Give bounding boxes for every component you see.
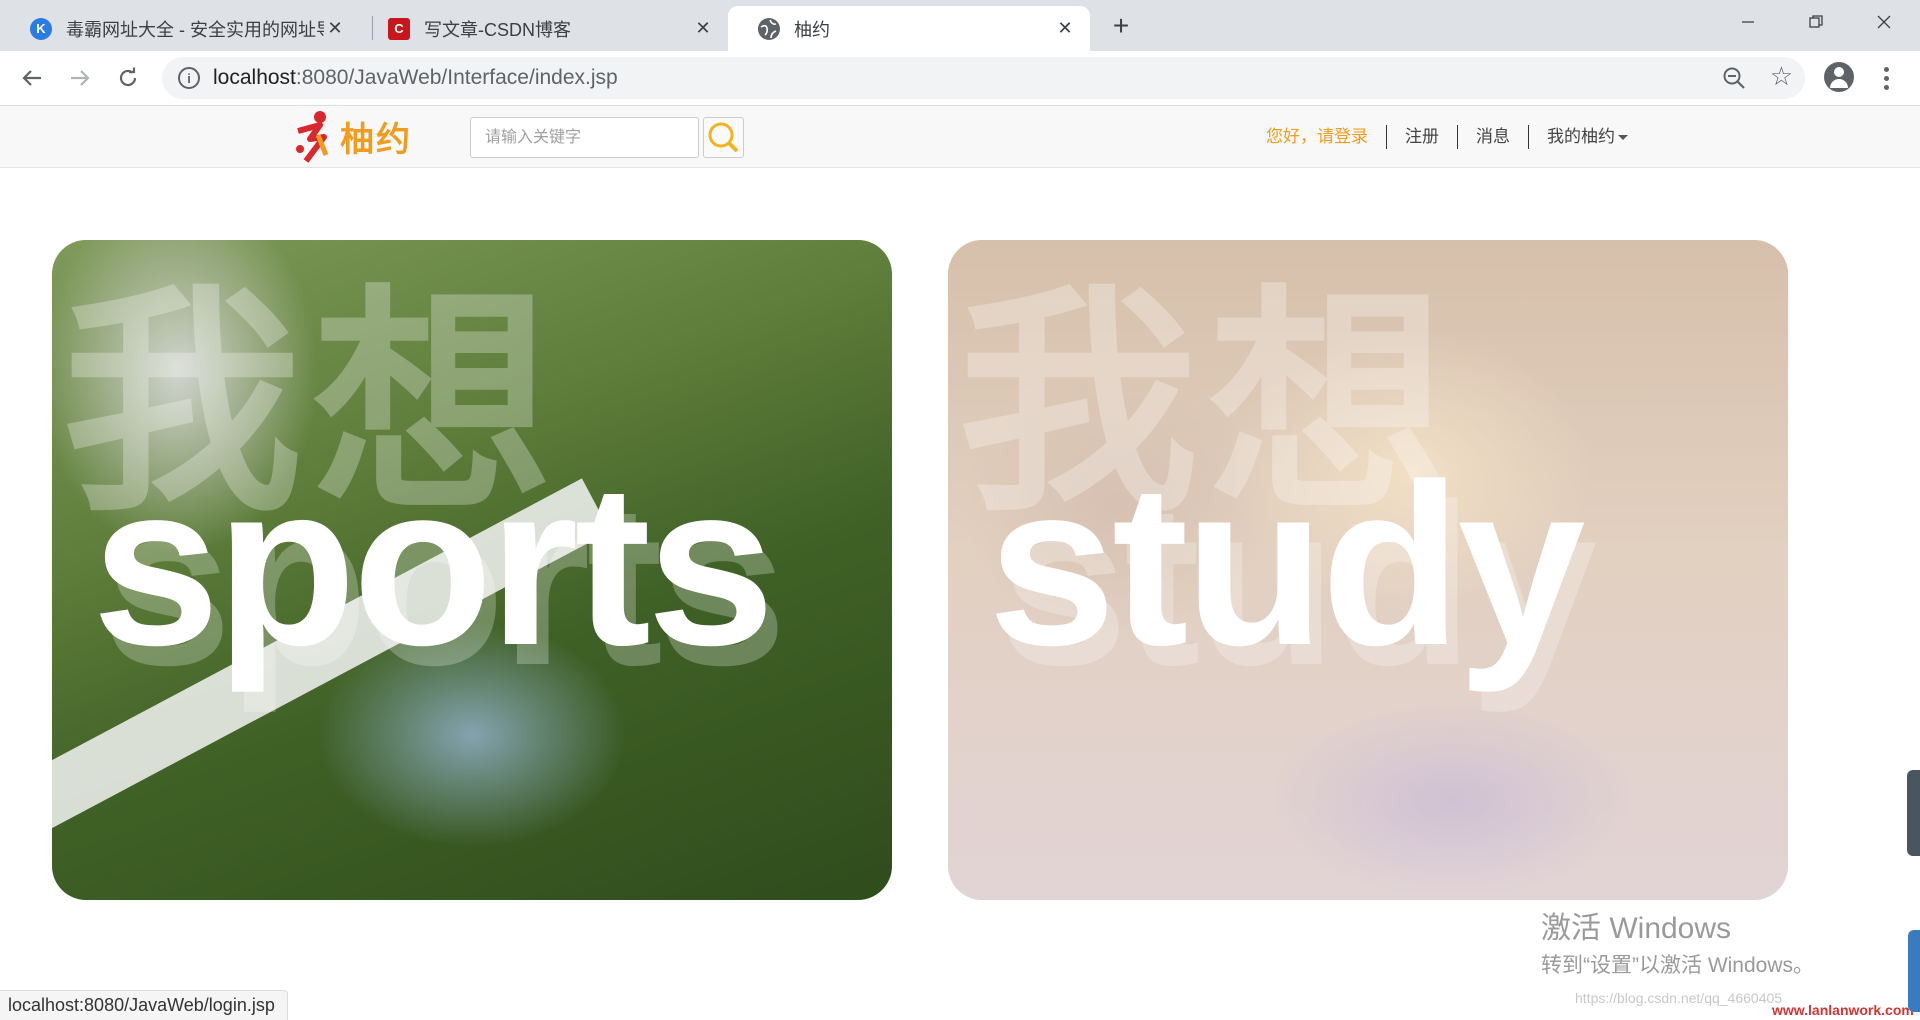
- register-link[interactable]: 注册: [1386, 125, 1457, 149]
- search-button[interactable]: [703, 117, 744, 158]
- reload-button[interactable]: [112, 62, 144, 94]
- close-icon[interactable]: ✕: [692, 18, 714, 40]
- arrow-left-icon: [22, 70, 41, 86]
- card-label: study: [988, 436, 1585, 693]
- sports-card[interactable]: 我想 sports sports: [52, 240, 892, 900]
- back-button[interactable]: [16, 62, 48, 94]
- tab-csdn[interactable]: C 写文章-CSDN博客 ✕: [358, 6, 728, 51]
- profile-avatar-icon[interactable]: [1824, 62, 1854, 92]
- site-header: 柚约 您好，请登录 注册 消息 我的柚约: [0, 106, 1920, 168]
- activation-subtitle: 转到“设置”以激活 Windows。: [1541, 954, 1815, 977]
- logo-mark-icon: [296, 111, 329, 163]
- info-icon[interactable]: i: [178, 67, 200, 89]
- minimize-button[interactable]: [1718, 6, 1778, 38]
- globe-icon: [758, 17, 780, 40]
- study-card[interactable]: 我想 study study: [948, 240, 1788, 900]
- my-youyue-dropdown[interactable]: 我的柚约: [1528, 125, 1646, 149]
- bookmark-star-icon[interactable]: ☆: [1770, 61, 1793, 92]
- reload-icon: [119, 67, 137, 87]
- csdn-watermark: https://blog.csdn.net/qq_4660405: [1575, 990, 1783, 1006]
- login-link[interactable]: 您好，请登录: [1266, 125, 1386, 149]
- side-widget[interactable]: [1907, 770, 1920, 856]
- tab-duba[interactable]: K 毒霸网址大全 - 安全实用的网址导 ✕: [0, 6, 360, 51]
- activation-title: 激活 Windows: [1541, 912, 1732, 945]
- url-host: localhost: [213, 66, 296, 89]
- search-input[interactable]: [470, 117, 699, 158]
- status-bar-url: localhost:8080/JavaWeb/login.jsp: [0, 990, 288, 1020]
- browser-toolbar: i localhost:8080/JavaWeb/Interface/index…: [0, 51, 1920, 106]
- logo-text: 柚约: [340, 119, 412, 160]
- csdn-icon: C: [388, 17, 410, 40]
- restore-button[interactable]: [1786, 6, 1846, 38]
- forward-button[interactable]: [64, 62, 96, 94]
- close-icon[interactable]: ✕: [1054, 18, 1076, 40]
- k-icon: K: [30, 17, 52, 40]
- site-watermark: www.lanlanwork.com: [1772, 1002, 1914, 1018]
- new-tab-button[interactable]: +: [1107, 10, 1135, 41]
- url-text[interactable]: localhost:8080/JavaWeb/Interface/index.j…: [213, 66, 618, 90]
- tab-title: 毒霸网址大全 - 安全实用的网址导: [66, 19, 324, 40]
- tab-title: 写文章-CSDN博客: [424, 19, 571, 40]
- browser-tab-strip: K 毒霸网址大全 - 安全实用的网址导 ✕ C 写文章-CSDN博客 ✕ 柚约 …: [0, 0, 1920, 51]
- close-window-button[interactable]: [1854, 6, 1914, 38]
- header-nav: 您好，请登录 注册 消息 我的柚约: [1266, 124, 1646, 150]
- url-path: :8080/JavaWeb/Interface/index.jsp: [295, 66, 618, 89]
- card-label: sports: [92, 436, 775, 693]
- tab-youyue[interactable]: 柚约 ✕: [728, 6, 1090, 51]
- zoom-out-icon[interactable]: [1721, 65, 1747, 91]
- address-bar[interactable]: i localhost:8080/JavaWeb/Interface/index…: [162, 57, 1805, 99]
- search-icon: [708, 122, 739, 153]
- side-widget-thermometer[interactable]: [1908, 930, 1920, 1012]
- arrow-right-icon: [71, 70, 90, 86]
- windows-activation-notice: 激活 Windows 转到“设置”以激活 Windows。: [1541, 903, 1814, 979]
- close-icon[interactable]: ✕: [324, 18, 346, 40]
- my-youyue-label: 我的柚约: [1547, 127, 1615, 146]
- tab-title: 柚约: [794, 19, 830, 40]
- kebab-menu-icon[interactable]: [1876, 63, 1896, 93]
- chevron-down-icon: [1618, 135, 1628, 141]
- site-logo[interactable]: 柚约: [290, 108, 412, 164]
- messages-link[interactable]: 消息: [1457, 125, 1528, 149]
